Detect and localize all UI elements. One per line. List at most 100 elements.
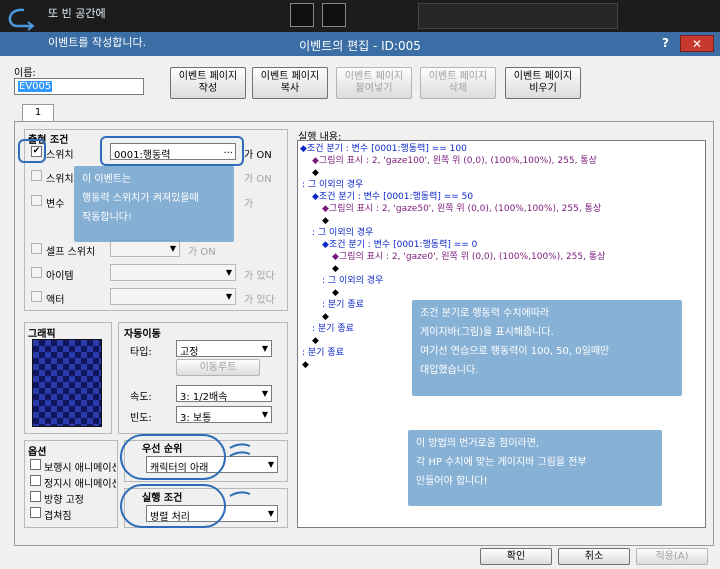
list-item[interactable]: ◆조건 분기 : 변수 [0001:행동력] == 50 <box>312 191 473 203</box>
item-checkbox[interactable] <box>31 267 42 278</box>
note-drawback: 이 방법의 번거로움 점이라면, 각 HP 수치에 맞는 게이지바 그림을 전부… <box>408 430 662 506</box>
top-dark-strip <box>418 3 618 29</box>
highlight-priority <box>120 434 226 480</box>
list-item[interactable]: ◆ <box>312 335 319 347</box>
type-label: 타입: <box>130 347 152 358</box>
new-page-button[interactable]: 이벤트 페이지 작성 <box>170 67 246 99</box>
note-branch: 조건 분기로 행동력 수치에따라 게이지바(그림)을 표시해줍니다. 여기선 연… <box>412 300 682 396</box>
actor-select[interactable]: ▼ <box>110 288 236 305</box>
highlight-switch <box>100 136 244 166</box>
note-line: 행동력 스위치가 켜져있을때 <box>82 193 199 204</box>
tab-page-1[interactable]: 1 <box>22 104 54 122</box>
option-label: 정지시 애니메이션 <box>44 479 116 490</box>
list-item[interactable]: : 분기 종료 <box>312 323 354 335</box>
speed-label: 속도: <box>130 392 152 403</box>
graphic-title: 그래픽 <box>28 329 56 340</box>
options-title: 옵션 <box>28 447 47 458</box>
list-item[interactable]: ◆ <box>312 167 319 179</box>
speed-select[interactable]: 3: 1/2배속 ▼ <box>176 385 272 403</box>
list-item[interactable]: ◆ <box>302 359 309 371</box>
delete-page-button[interactable]: 이벤트 페이지 삭제 <box>420 67 496 99</box>
clear-page-button[interactable]: 이벤트 페이지 비우기 <box>505 67 581 99</box>
speed-value: 3: 1/2배속 <box>180 392 228 403</box>
list-item[interactable]: : 분기 종료 <box>322 299 364 311</box>
note-line: 작동합니다! <box>82 212 133 223</box>
note-line: 각 HP 수치에 맞는 게이지바 그림을 전부 <box>416 457 587 468</box>
top-strip: 또 빈 공간에 <box>0 0 720 32</box>
self-switch-select[interactable]: ▼ <box>110 240 180 257</box>
paste-page-button[interactable]: 이벤트 페이지 붙여넣기 <box>336 67 412 99</box>
variable-checkbox[interactable] <box>31 195 42 206</box>
autonomous-title: 자동이동 <box>124 329 161 340</box>
option-label: 겹쳐짐 <box>44 511 72 522</box>
highlight-checkbox <box>18 139 46 163</box>
top-square-left <box>290 3 314 27</box>
type-value: 고정 <box>180 347 199 358</box>
graphic-preview[interactable] <box>32 339 102 427</box>
option-checkbox[interactable] <box>30 459 41 470</box>
top-note-line1: 또 빈 공간에 <box>48 7 106 20</box>
list-item[interactable]: ◆조건 분기 : 변수 [0001:행동력] == 100 <box>300 143 467 155</box>
type-select[interactable]: 고정 ▼ <box>176 340 272 358</box>
name-label: 이름: <box>14 68 36 79</box>
list-item[interactable]: ◆그림의 표시 : 2, 'gaze50', 왼쪽 위 (0,0), (100%… <box>322 203 601 215</box>
list-item[interactable]: ◆그림의 표시 : 2, 'gaze100', 왼쪽 위 (0,0), (100… <box>312 155 597 167</box>
note-line: 만들어야 합니다! <box>416 476 488 487</box>
ok-button[interactable]: 확인 <box>480 548 552 565</box>
list-item[interactable]: : 그 이외의 경우 <box>312 227 373 239</box>
note-line: 조건 분기로 행동력 수치에따라 <box>420 308 550 319</box>
freq-value: 3: 보통 <box>180 413 212 424</box>
apply-button[interactable]: 적용(A) <box>636 548 708 565</box>
actor-suffix: 가 있다 <box>244 295 275 306</box>
variable-suffix: 가 <box>244 199 254 210</box>
freq-select[interactable]: 3: 보통 ▼ <box>176 406 272 424</box>
cancel-button[interactable]: 취소 <box>558 548 630 565</box>
item-select[interactable]: ▼ <box>110 264 236 281</box>
arrow-annotation-icon <box>8 8 35 31</box>
list-item[interactable]: : 그 이외의 경우 <box>322 275 383 287</box>
option-checkbox[interactable] <box>30 491 41 502</box>
list-item[interactable]: ◆조건 분기 : 변수 [0001:행동력] == 0 <box>322 239 477 251</box>
note-line: 게이지바(그림)을 표시해줍니다. <box>420 327 554 338</box>
top-square-right <box>322 3 346 27</box>
name-value: EV005 <box>18 81 53 92</box>
option-checkbox[interactable] <box>30 475 41 486</box>
list-item[interactable]: ◆ <box>322 215 329 227</box>
self-switch-checkbox[interactable] <box>31 243 42 254</box>
help-button[interactable]: ? <box>662 36 669 50</box>
actor-label: 액터 <box>46 295 65 306</box>
name-field[interactable]: EV005 <box>14 78 144 95</box>
switch2-label: 스위치 <box>46 174 74 185</box>
list-item[interactable]: : 그 이외의 경우 <box>302 179 363 191</box>
note-line: 이 이벤트는 <box>82 174 132 185</box>
switch2-checkbox[interactable] <box>31 170 42 181</box>
highlight-trigger <box>120 484 226 528</box>
copy-page-button[interactable]: 이벤트 페이지 복사 <box>252 67 328 99</box>
top-note-line2: 이벤트를 작성합니다. <box>48 36 147 49</box>
self-switch-label: 셀프 스위치 <box>46 247 96 258</box>
option-checkbox[interactable] <box>30 507 41 518</box>
option-label: 방향 고정 <box>44 495 84 506</box>
self-switch-suffix: 가 ON <box>188 247 216 258</box>
list-item[interactable]: ◆ <box>322 311 329 323</box>
close-button[interactable]: ✕ <box>680 35 714 52</box>
actor-checkbox[interactable] <box>31 291 42 302</box>
tick-mark-icon <box>229 443 251 497</box>
list-item[interactable]: ◆ <box>332 287 339 299</box>
note-switch: 이 이벤트는 행동력 스위치가 켜져있을때 작동합니다! <box>74 166 234 242</box>
note-line: 이 방법의 번거로움 점이라면, <box>416 438 540 449</box>
note-line: 대입했습니다. <box>420 365 479 376</box>
item-label: 아이템 <box>46 271 74 282</box>
list-item[interactable]: ◆그림의 표시 : 2, 'gaze0', 왼쪽 위 (0,0), (100%,… <box>332 251 605 263</box>
note-line: 여기선 연습으로 행동력이 100, 50, 0일때만 <box>420 346 610 357</box>
item-suffix: 가 있다 <box>244 271 275 282</box>
list-item[interactable]: : 분기 종료 <box>302 347 344 359</box>
switch1-label: 스위치 <box>46 150 74 161</box>
move-route-button[interactable]: 이동루트 <box>176 359 260 376</box>
option-label: 보행시 애니메이션 <box>44 463 116 474</box>
list-item[interactable]: ◆ <box>332 263 339 275</box>
variable-label: 변수 <box>46 199 65 210</box>
freq-label: 빈도: <box>130 413 152 424</box>
switch1-suffix: 가 ON <box>244 150 272 161</box>
switch2-suffix: 가 ON <box>244 174 272 185</box>
